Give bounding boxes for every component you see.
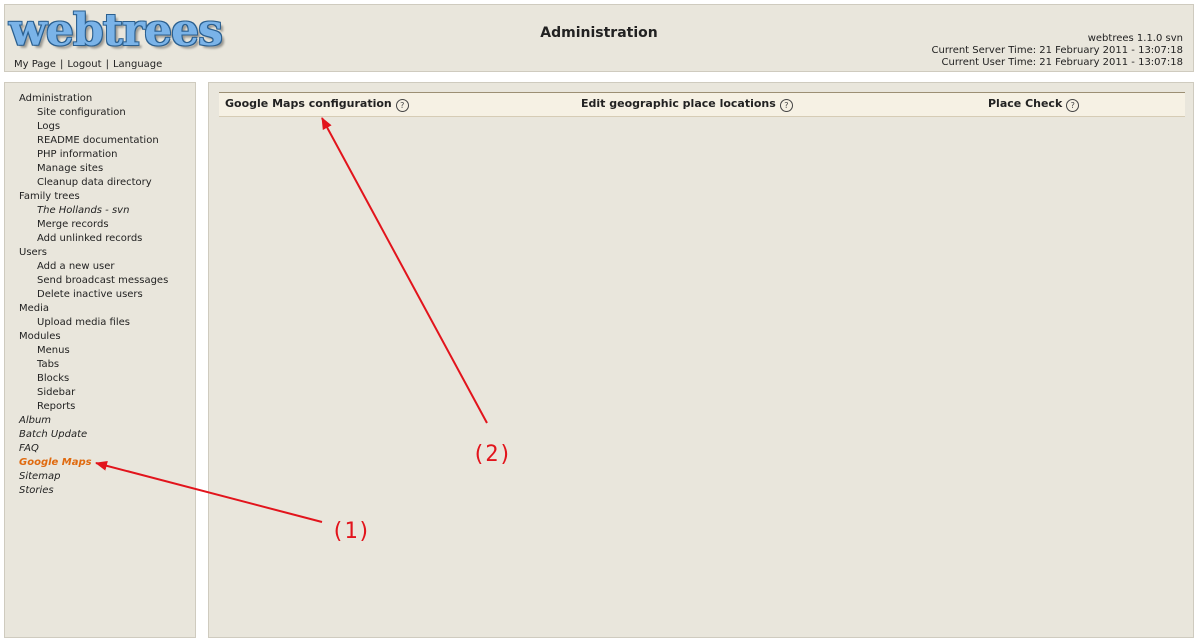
annotation-overlay: (2) (1) — [95, 117, 512, 544]
annotation-label-2: (2) — [472, 442, 512, 467]
annotation-label-1: (1) — [331, 519, 371, 544]
annotation-arrow-1 — [95, 460, 323, 523]
annotation-arrow-2 — [321, 117, 488, 424]
